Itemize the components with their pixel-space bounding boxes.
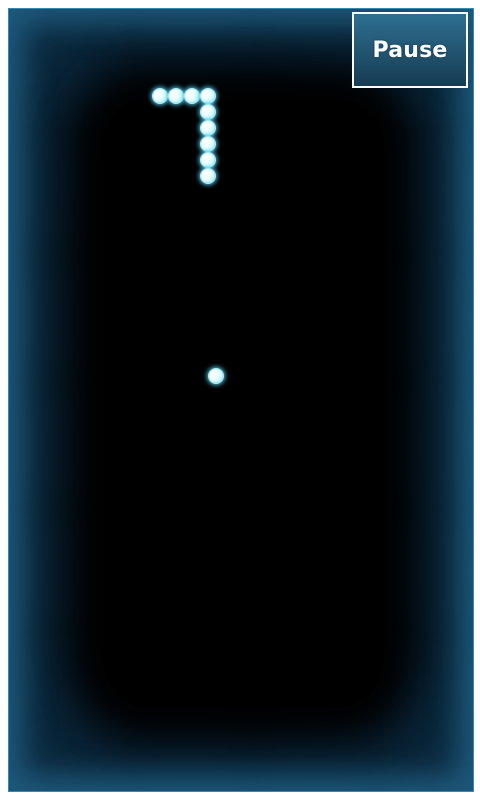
pause-button[interactable]: Pause: [352, 12, 468, 88]
snake-segment: [153, 89, 167, 103]
snake-head: [201, 169, 215, 183]
snake-segment: [185, 89, 199, 103]
snake: [8, 8, 474, 792]
game-screen: Pause: [0, 0, 480, 800]
snake-segment: [169, 89, 183, 103]
snake-segment: [201, 121, 215, 135]
snake-segment: [201, 153, 215, 167]
snake-segment: [201, 137, 215, 151]
snake-segment: [201, 105, 215, 119]
food-dot: [209, 369, 223, 383]
snake-segment: [201, 89, 215, 103]
snake-playfield: [8, 8, 474, 792]
